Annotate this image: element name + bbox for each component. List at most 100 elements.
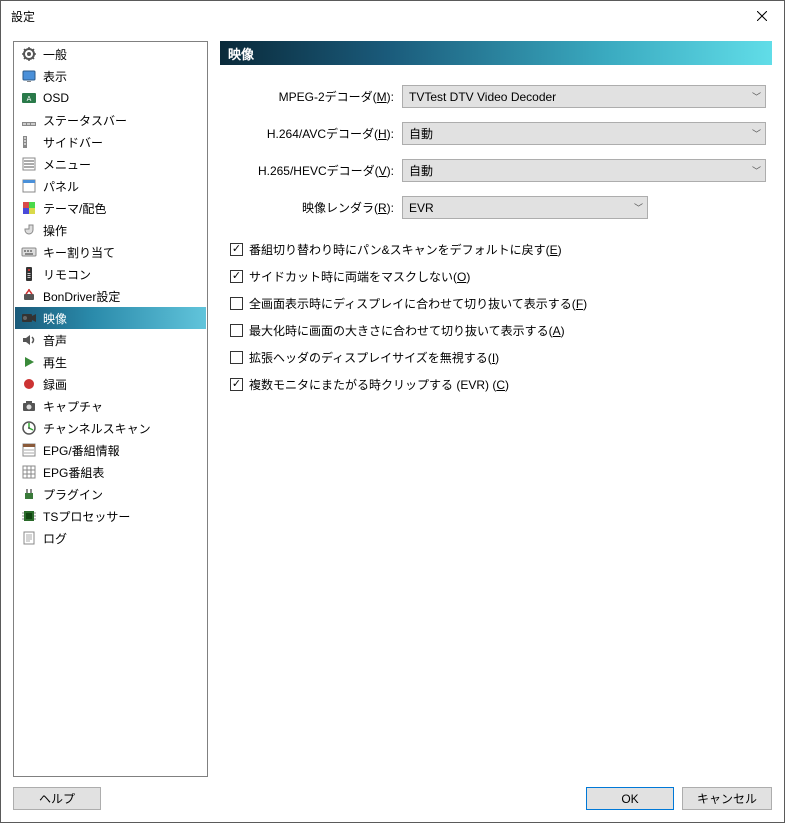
- sidebar-item[interactable]: 表示: [15, 65, 206, 87]
- h264-decoder-row: H.264/AVCデコーダ(H): 自動 ﹀: [226, 122, 766, 145]
- dialog-footer: ヘルプ OK キャンセル: [1, 777, 784, 822]
- sidebar-item[interactable]: TSプロセッサー: [15, 505, 206, 527]
- help-button[interactable]: ヘルプ: [13, 787, 101, 810]
- checkbox-row[interactable]: ✓ サイドカット時に両端をマスクしない(O): [230, 268, 766, 285]
- sidebar-item[interactable]: 音声: [15, 329, 206, 351]
- sidebar-item[interactable]: BonDriver設定: [15, 285, 206, 307]
- h265-decoder-select[interactable]: 自動 ﹀: [402, 159, 766, 182]
- sidebar-item-icon: [21, 398, 37, 414]
- sidebar-item[interactable]: パネル: [15, 175, 206, 197]
- titlebar: 設定: [1, 1, 784, 31]
- close-icon: [757, 11, 767, 21]
- sidebar-item-icon: [21, 442, 37, 458]
- sidebar-item-label: OSD: [43, 91, 69, 105]
- h265-decoder-value: 自動: [409, 162, 433, 179]
- sidebar-item-label: ログ: [43, 530, 67, 547]
- ok-button[interactable]: OK: [586, 787, 674, 810]
- sidebar-item[interactable]: 再生: [15, 351, 206, 373]
- sidebar-item-label: EPG/番組情報: [43, 442, 120, 459]
- settings-dialog: 設定 一般表示 A OSD ステータスバーサイドバーメニューパネルテーマ/配色操作キー…: [0, 0, 785, 823]
- sidebar-item-label: キャプチャ: [43, 398, 103, 415]
- sidebar-item-label: 表示: [43, 68, 67, 85]
- sidebar-item-label: 再生: [43, 354, 67, 371]
- sidebar-item[interactable]: メニュー: [15, 153, 206, 175]
- sidebar-item-icon: [21, 244, 37, 260]
- sidebar-item-label: 一般: [43, 46, 67, 63]
- checkbox-row[interactable]: 拡張ヘッダのディスプレイサイズを無視する(I): [230, 349, 766, 366]
- panel-heading: 映像: [220, 41, 772, 65]
- sidebar-item[interactable]: プラグイン: [15, 483, 206, 505]
- mpeg2-decoder-select[interactable]: TVTest DTV Video Decoder ﹀: [402, 85, 766, 108]
- sidebar-item-label: 録画: [43, 376, 67, 393]
- checkbox-label: 全画面表示時にディスプレイに合わせて切り抜いて表示する(F): [249, 295, 587, 312]
- sidebar-item-icon: A: [21, 90, 37, 106]
- checkbox-label: サイドカット時に両端をマスクしない(O): [249, 268, 470, 285]
- chevron-down-icon: ﹀: [634, 201, 643, 214]
- checkbox-row[interactable]: 全画面表示時にディスプレイに合わせて切り抜いて表示する(F): [230, 295, 766, 312]
- h265-decoder-row: H.265/HEVCデコーダ(V): 自動 ﹀: [226, 159, 766, 182]
- checkbox-label: 番組切り替わり時にパン&スキャンをデフォルトに戻す(E): [249, 241, 562, 258]
- sidebar-item[interactable]: 録画: [15, 373, 206, 395]
- sidebar-item[interactable]: チャンネルスキャン: [15, 417, 206, 439]
- sidebar-item[interactable]: ログ: [15, 527, 206, 549]
- checkbox[interactable]: [230, 351, 243, 364]
- checkbox[interactable]: ✓: [230, 270, 243, 283]
- h264-decoder-select[interactable]: 自動 ﹀: [402, 122, 766, 145]
- checkbox-row[interactable]: ✓ 番組切り替わり時にパン&スキャンをデフォルトに戻す(E): [230, 241, 766, 258]
- sidebar-item-label: 操作: [43, 222, 67, 239]
- sidebar-item-label: 音声: [43, 332, 67, 349]
- sidebar-item[interactable]: キャプチャ: [15, 395, 206, 417]
- sidebar-item[interactable]: A OSD: [15, 87, 206, 109]
- sidebar-item-icon: [21, 200, 37, 216]
- sidebar-item-icon: [21, 420, 37, 436]
- checkbox[interactable]: [230, 297, 243, 310]
- sidebar-item[interactable]: 一般: [15, 43, 206, 65]
- sidebar-item-icon: [21, 486, 37, 502]
- mpeg2-decoder-value: TVTest DTV Video Decoder: [409, 90, 556, 104]
- sidebar-item[interactable]: サイドバー: [15, 131, 206, 153]
- sidebar-item-icon: [21, 134, 37, 150]
- sidebar-item[interactable]: EPG/番組情報: [15, 439, 206, 461]
- renderer-value: EVR: [409, 201, 434, 215]
- sidebar-item-icon: [21, 310, 37, 326]
- sidebar-item-icon: [21, 464, 37, 480]
- mpeg2-label: MPEG-2デコーダ(M):: [226, 88, 402, 105]
- checkbox-row[interactable]: 最大化時に画面の大きさに合わせて切り抜いて表示する(A): [230, 322, 766, 339]
- sidebar-item-label: プラグイン: [43, 486, 103, 503]
- close-button[interactable]: [739, 1, 784, 31]
- sidebar-item[interactable]: テーマ/配色: [15, 197, 206, 219]
- sidebar-item-label: ステータスバー: [43, 112, 127, 129]
- sidebar-item-label: 映像: [43, 310, 67, 327]
- sidebar-item-label: BonDriver設定: [43, 288, 120, 305]
- checkbox[interactable]: ✓: [230, 243, 243, 256]
- sidebar-item-icon: [21, 376, 37, 392]
- sidebar-item[interactable]: キー割り当て: [15, 241, 206, 263]
- checkbox[interactable]: [230, 324, 243, 337]
- chevron-down-icon: ﹀: [752, 90, 761, 103]
- window-title: 設定: [11, 8, 35, 25]
- h264-label: H.264/AVCデコーダ(H):: [226, 125, 402, 142]
- chevron-down-icon: ﹀: [752, 127, 761, 140]
- sidebar-item-icon: [21, 288, 37, 304]
- sidebar-item[interactable]: リモコン: [15, 263, 206, 285]
- sidebar-item-label: EPG番組表: [43, 464, 104, 481]
- sidebar-item-label: サイドバー: [43, 134, 103, 151]
- sidebar-item[interactable]: ステータスバー: [15, 109, 206, 131]
- sidebar-item-label: メニュー: [43, 156, 91, 173]
- checkbox-label: 複数モニタにまたがる時クリップする (EVR) (C): [249, 376, 509, 393]
- category-sidebar[interactable]: 一般表示 A OSD ステータスバーサイドバーメニューパネルテーマ/配色操作キー割り当…: [13, 41, 208, 777]
- checkbox-label: 拡張ヘッダのディスプレイサイズを無視する(I): [249, 349, 499, 366]
- cancel-button[interactable]: キャンセル: [682, 787, 772, 810]
- sidebar-item-label: TSプロセッサー: [43, 508, 130, 525]
- panel-body: MPEG-2デコーダ(M): TVTest DTV Video Decoder …: [220, 65, 772, 403]
- h265-label: H.265/HEVCデコーダ(V):: [226, 162, 402, 179]
- sidebar-item[interactable]: 操作: [15, 219, 206, 241]
- checkbox-row[interactable]: ✓ 複数モニタにまたがる時クリップする (EVR) (C): [230, 376, 766, 393]
- sidebar-item-icon: [21, 68, 37, 84]
- main-panel: 映像 MPEG-2デコーダ(M): TVTest DTV Video Decod…: [220, 41, 772, 777]
- checkbox[interactable]: ✓: [230, 378, 243, 391]
- sidebar-item[interactable]: EPG番組表: [15, 461, 206, 483]
- sidebar-item[interactable]: 映像: [15, 307, 206, 329]
- renderer-select[interactable]: EVR ﹀: [402, 196, 648, 219]
- sidebar-item-icon: [21, 46, 37, 62]
